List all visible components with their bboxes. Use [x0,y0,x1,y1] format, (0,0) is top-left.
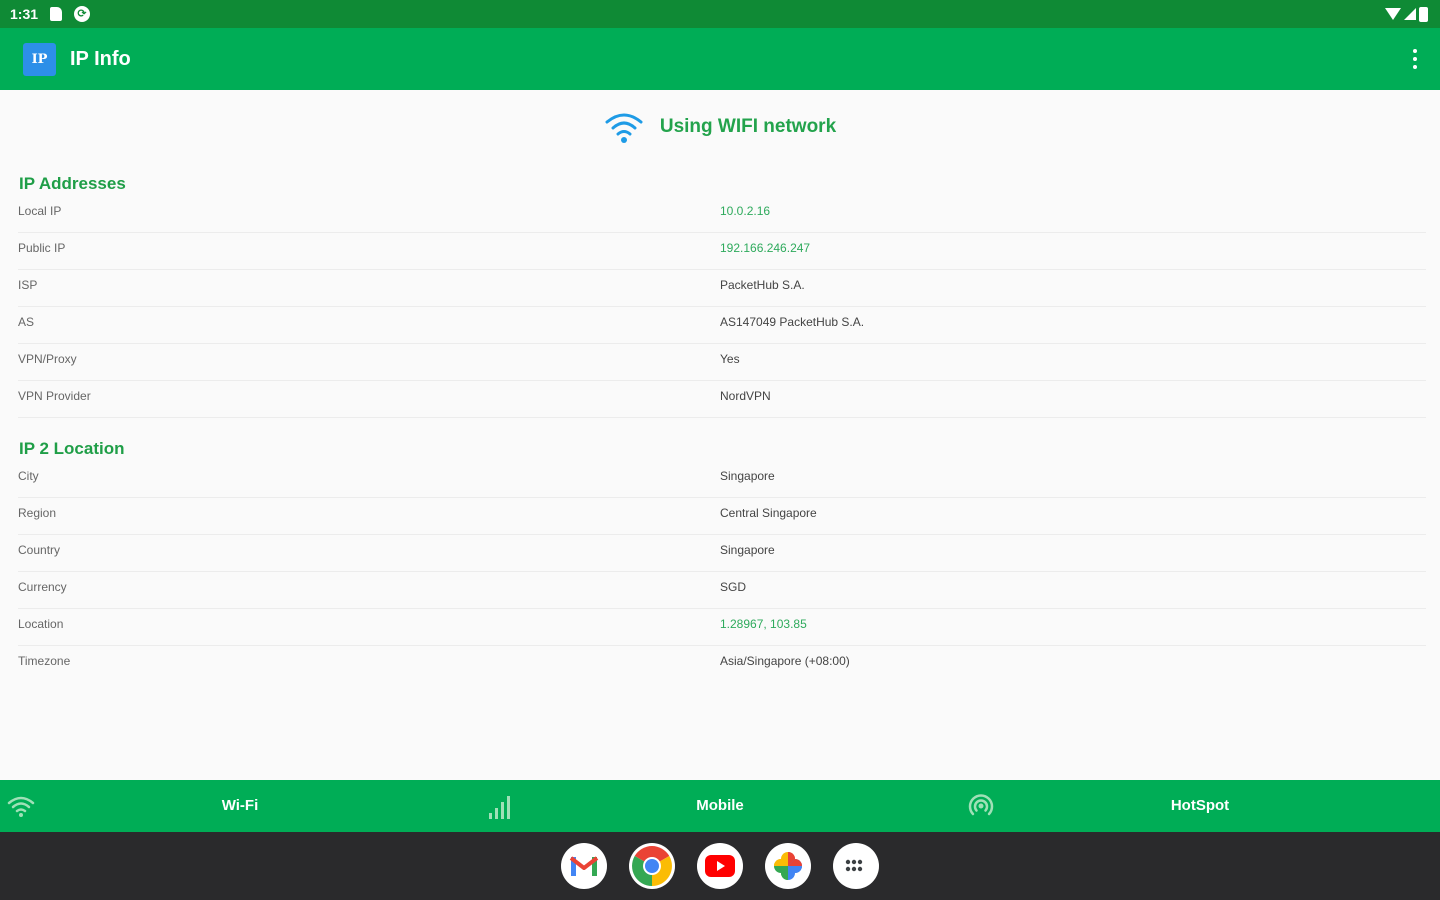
row-label: Currency [18,580,67,594]
info-row-as: AS AS147049 PacketHub S.A. [18,307,1426,344]
section-title-ip-2-location: IP 2 Location [19,439,125,458]
row-label: City [18,469,39,483]
info-row-vpn-provider: VPN Provider NordVPN [18,381,1426,418]
nav-label: HotSpot [1170,797,1230,814]
ip-location-list: City Singapore Region Central Singapore Co… [18,461,1426,683]
ip-addresses-list: Local IP 10.0.2.16 Public IP 192.166.246.2… [18,196,1426,418]
photos-icon[interactable] [765,843,811,889]
row-value: Singapore [720,543,775,557]
nav-tab-wifi[interactable]: Wi-Fi [0,780,480,832]
chrome-icon[interactable] [629,843,675,889]
info-row-isp: ISP PacketHub S.A. [18,270,1426,307]
row-label: Location [18,617,64,631]
row-label: VPN Provider [18,389,91,403]
info-row-currency: Currency SGD [18,572,1426,609]
info-row-public-ip: Public IP 192.166.246.247 [18,233,1426,270]
bottom-navigation: Wi-Fi Mobile HotSpot [0,780,1440,832]
info-row-country: Country Singapore [18,535,1426,572]
app-drawer-icon[interactable] [833,843,879,889]
taskbar [0,832,1440,900]
youtube-icon[interactable] [697,843,743,889]
row-label: Country [18,543,61,557]
app-logo: IP [23,43,56,76]
info-row-region: Region Central Singapore [18,498,1426,535]
nav-label: Wi-Fi [221,797,259,814]
cell-signal-icon [1404,8,1416,20]
wifi-status-icon [1385,8,1401,20]
row-value: Yes [720,352,740,366]
status-icons [1385,5,1428,23]
app-bar: IP IP Info [0,28,1440,90]
info-row-city: City Singapore [18,461,1426,498]
row-label: Public IP [18,241,66,255]
row-value[interactable]: 192.166.246.247 [720,241,810,255]
status-bar: 1:31 ⟳ [0,0,1440,28]
row-label: AS [18,315,35,329]
battery-icon [1419,6,1428,22]
row-value: PacketHub S.A. [720,278,805,292]
row-value[interactable]: 10.0.2.16 [720,204,770,218]
info-row-timezone: Timezone Asia/Singapore (+08:00) [18,646,1426,683]
section-title-ip-addresses: IP Addresses [19,174,126,193]
row-value: AS147049 PacketHub S.A. [720,315,865,329]
status-time: 1:31 [10,6,39,22]
wifi-icon [605,113,643,143]
row-label: VPN/Proxy [18,352,77,366]
network-status-text: Using WIFI network [659,116,837,137]
row-label: Local IP [18,204,62,218]
row-label: ISP [18,278,38,292]
nav-label: Mobile [696,797,744,814]
gmail-icon[interactable] [561,843,607,889]
app-title: IP Info [70,48,131,70]
sd-card-icon [50,7,62,21]
network-banner: Using WIFI network [0,100,1440,154]
row-value: Asia/Singapore (+08:00) [720,654,850,668]
row-value: NordVPN [720,389,771,403]
row-value: Central Singapore [720,506,817,520]
row-value[interactable]: 1.28967, 103.85 [720,617,807,631]
row-value: SGD [720,580,747,594]
nav-tab-hotspot[interactable]: HotSpot [960,780,1440,832]
overflow-menu-icon[interactable] [1412,49,1418,69]
row-label: Region [18,506,57,520]
info-row-location: Location 1.28967, 103.85 [18,609,1426,646]
nav-tab-mobile[interactable]: Mobile [480,780,960,832]
info-row-vpn-proxy: VPN/Proxy Yes [18,344,1426,381]
info-row-local-ip: Local IP 10.0.2.16 [18,196,1426,233]
row-label: Timezone [18,654,71,668]
row-value: Singapore [720,469,775,483]
sync-icon: ⟳ [74,6,90,22]
